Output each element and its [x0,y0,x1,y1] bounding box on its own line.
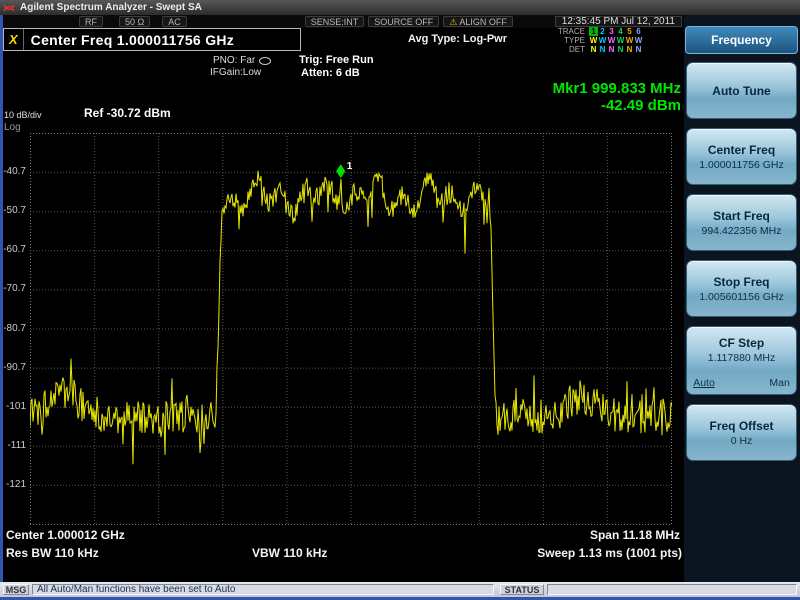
softkey-label: Center Freq [707,142,776,157]
rbw-annotation: Res BW 110 kHz [6,546,99,560]
align-annunciator: ⚠ ALIGN OFF [443,16,513,27]
trace-numbers: 123456 [589,27,643,36]
softkey-value: 1.117880 MHz [707,352,776,364]
center-freq-display: X Center Freq 1.000011756 GHz [3,28,301,51]
softkey-label: Freq Offset [709,418,774,433]
softkey-label: Auto Tune [712,83,771,98]
instrument-screen: Agilent Spectrum Analyzer - Swept SA RF … [0,0,800,600]
source-annunciator: SOURCE OFF [368,16,440,27]
vbw-annotation: VBW 110 kHz [252,546,328,560]
span-annotation: Span 11.18 MHz [589,528,680,542]
window-title: Agilent Spectrum Analyzer - Swept SA [20,2,202,13]
softkey-menu-title: Frequency [685,26,798,54]
rf-annunciator: RF [79,16,103,27]
message-text: All Auto/Man functions have been set to … [32,584,494,595]
agilent-logo-icon [3,2,15,14]
trace-types: WWWWWW [589,36,643,45]
softkey-auto-tune[interactable]: Auto Tune [686,62,797,119]
softkey-label: Stop Freq [713,274,770,289]
clock: 12:35:45 PM Jul 12, 2011 [554,16,682,27]
softkey-value: 994.422356 MHz [701,224,782,237]
screen-border-left [0,15,3,598]
scale-per-div: 10 dB/div [4,110,42,120]
msg-label: MSG [3,584,29,595]
softkey-cf-step[interactable]: CF Step 1.117880 MHz Auto Man [686,326,797,395]
coupling-annunciator: AC [162,16,187,27]
softkey-value: 1.005601156 GHz [699,290,784,303]
message-bar: MSG All Auto/Man functions have been set… [0,582,800,597]
align-off-label: ALIGN OFF [459,17,507,27]
softkey-label: CF Step [718,336,765,350]
status-label: STATUS [500,584,544,595]
sweep-annotation: Sweep 1.13 ms (1001 pts) [537,546,682,560]
man-option: Man [769,377,790,389]
trace-row-label: TRACE [557,27,585,36]
center-freq-readout: Center Freq 1.000011756 GHz [30,31,235,48]
marker-amplitude: -42.49 dBm [600,97,681,114]
warning-icon: ⚠ [449,17,458,27]
center-freq-annotation: Center 1.000012 GHz [6,528,125,542]
auto-man-toggle: Auto Man [693,377,790,389]
softkey-freq-offset[interactable]: Freq Offset 0 Hz [686,404,797,461]
ifgain-readout: IFGain:Low [210,67,262,78]
softkey-start-freq[interactable]: Start Freq 994.422356 MHz [686,194,797,251]
softkey-label: Start Freq [713,208,770,223]
status-field [547,584,797,595]
y-axis-labels: -40.7 -50.7 -60.7 -70.7 -80.7 -90.7 -101 -111 -1… [3,166,26,490]
marker-1-number: 1 [347,161,353,172]
trace-detectors: NNNNNN [590,45,642,54]
title-bar: Agilent Spectrum Analyzer - Swept SA [0,0,800,15]
pno-far-icon [259,56,272,65]
pno-label: PNO: Far [213,55,256,66]
trace-state-table: TRACE 1 2 3 4 5 6 TYPE WWWWWW DET N N N N N N [551,27,643,54]
marker-freq: Mkr1 999.833 MHz [552,80,681,97]
softkey-center-freq[interactable]: Center Freq 1.000011756 GHz [686,128,797,185]
spectrum-display: 1 [30,133,672,525]
avg-type-readout: Avg Type: Log-Pwr [408,33,507,45]
det-row-label: DET [569,45,585,54]
softkey-stop-freq[interactable]: Stop Freq 1.005601156 GHz [686,260,797,317]
trigger-readout: Trig: Free Run [299,54,374,66]
atten-readout: Atten: 6 dB [301,67,360,79]
impedance-annunciator: 50 Ω [119,16,151,27]
ref-level: Ref -30.72 dBm [84,106,171,120]
softkey-value: 1.000011756 GHz [699,158,784,171]
x-series-logo-icon: X [4,29,24,50]
type-row-label: TYPE [564,36,585,45]
marker-1-diamond-icon [336,164,346,179]
pno-readout: PNO: Far [213,55,272,66]
sense-annunciator: SENSE:INT [304,16,365,27]
marker-readout: Mkr1 999.833 MHz -42.49 dBm [553,80,681,114]
amplitude-scale-mode: Log [4,122,21,133]
auto-option: Auto [693,377,715,389]
softkey-value: 0 Hz [730,434,753,447]
